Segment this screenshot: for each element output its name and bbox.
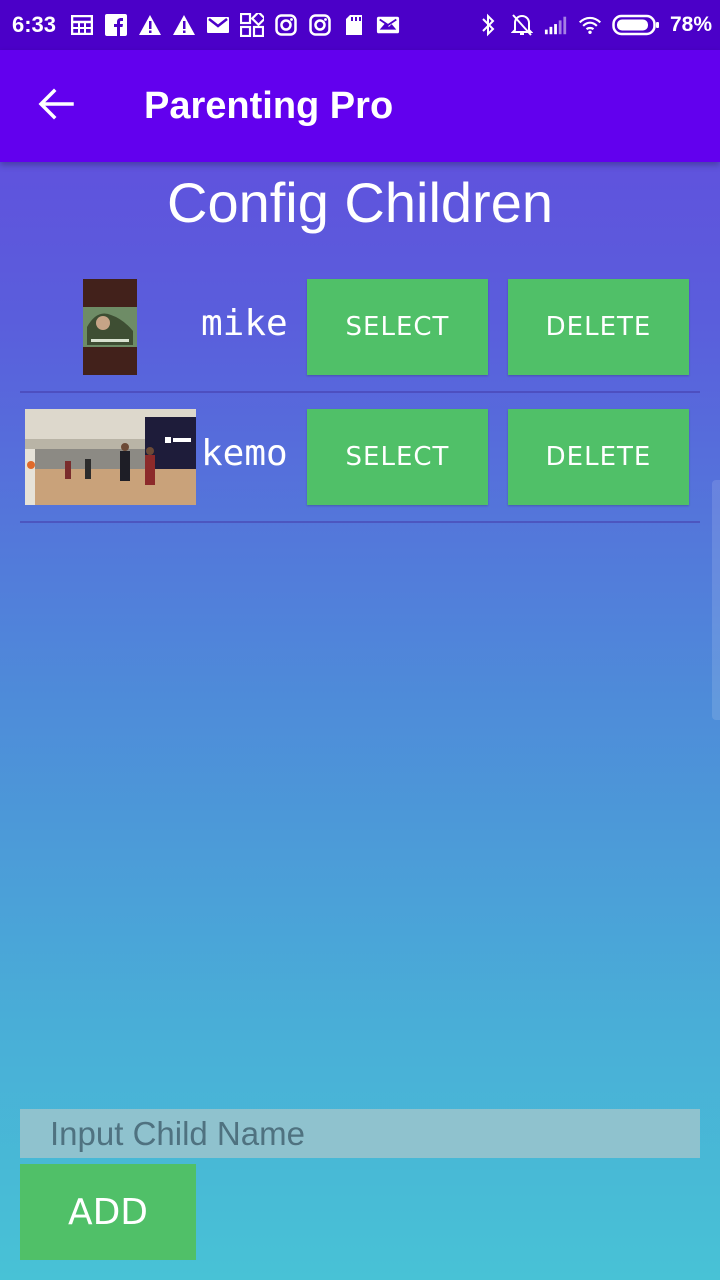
status-time: 6:33 xyxy=(12,12,57,37)
instagram-icon xyxy=(274,13,298,37)
battery-percent: 78% xyxy=(669,13,712,36)
child-name: mike xyxy=(201,303,288,344)
sd-card-icon xyxy=(342,13,366,37)
warning-icon xyxy=(138,13,162,37)
child-photo xyxy=(83,279,137,375)
child-name-input[interactable] xyxy=(20,1109,700,1158)
facebook-icon xyxy=(104,13,128,37)
system-icons: 78% xyxy=(476,13,712,37)
child-name: kemo xyxy=(201,433,288,474)
scroll-edge xyxy=(712,480,720,720)
child-name-input-container xyxy=(20,1109,700,1158)
page-title: Config Children xyxy=(167,171,553,234)
instagram-icon xyxy=(308,13,332,37)
child-photo xyxy=(25,409,196,505)
app-title: Parenting Pro xyxy=(144,84,394,127)
signal-icon xyxy=(544,13,568,37)
child-row: mike SELECT DELETE xyxy=(20,279,700,393)
status-bar: 6:33 78% xyxy=(0,0,720,50)
apps-icon xyxy=(240,13,265,37)
mute-icon xyxy=(510,13,534,37)
gmail-icon xyxy=(206,13,230,37)
wifi-icon xyxy=(578,13,602,37)
delete-child-button[interactable]: DELETE xyxy=(508,409,689,505)
delete-child-button[interactable]: DELETE xyxy=(508,279,689,375)
app-bar: Parenting Pro xyxy=(0,50,720,162)
back-button[interactable] xyxy=(28,78,84,134)
battery-icon xyxy=(612,13,660,37)
add-child-button[interactable]: ADD xyxy=(20,1164,196,1260)
select-child-button[interactable]: SELECT xyxy=(307,279,488,375)
child-row: kemo SELECT DELETE xyxy=(20,409,700,523)
warning-icon xyxy=(172,13,196,37)
calendar-icon xyxy=(70,13,94,37)
photo-mail-icon xyxy=(376,13,400,37)
bluetooth-icon xyxy=(476,13,500,37)
notification-icons xyxy=(70,13,476,37)
select-child-button[interactable]: SELECT xyxy=(307,409,488,505)
arrow-left-icon xyxy=(38,88,74,124)
